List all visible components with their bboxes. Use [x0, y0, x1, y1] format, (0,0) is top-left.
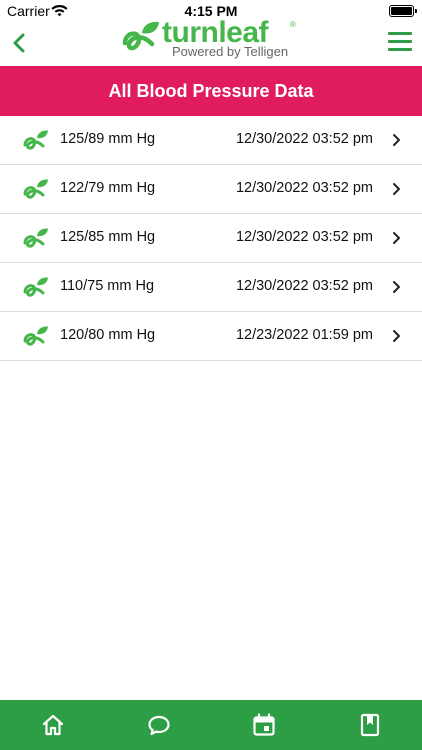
leaf-logo-icon [23, 179, 48, 199]
chat-bubble-icon[interactable] [146, 712, 172, 738]
registered-mark: ® [290, 20, 296, 29]
page-title-bar: All Blood Pressure Data [0, 66, 422, 116]
menu-button[interactable] [388, 32, 412, 52]
chevron-right-icon [393, 183, 400, 195]
logo-subtitle: Powered by Telligen [172, 44, 289, 59]
bp-value: 125/89 mm Hg [60, 131, 156, 147]
chevron-left-icon [13, 33, 25, 53]
chevron-right-icon [393, 281, 400, 293]
list-item[interactable]: 110/75 mm Hg 12/30/2022 03:52 pm [0, 263, 422, 312]
reading-datetime: 12/30/2022 03:52 pm [235, 131, 373, 147]
leaf-logo-icon [23, 326, 48, 346]
bp-value: 110/75 mm Hg [60, 278, 155, 294]
navigation-bar: turnleaf ® Powered by Telligen [0, 16, 422, 66]
calendar-icon[interactable] [251, 712, 277, 738]
list-item[interactable]: 120/80 mm Hg 12/23/2022 01:59 pm [0, 312, 422, 361]
blood-pressure-list: 125/89 mm Hg 12/30/2022 03:52 pm 122/79 … [0, 116, 422, 361]
chevron-right-icon [393, 134, 400, 146]
leaf-logo-icon [23, 228, 48, 248]
list-item[interactable]: 125/85 mm Hg 12/30/2022 03:52 pm [0, 214, 422, 263]
reading-datetime: 12/30/2022 03:52 pm [235, 278, 373, 294]
bp-value: 120/80 mm Hg [60, 327, 156, 343]
reading-datetime: 12/30/2022 03:52 pm [235, 229, 373, 245]
hamburger-menu-icon [388, 32, 412, 51]
back-button[interactable] [6, 28, 36, 58]
turnleaf-logo: turnleaf ® Powered by Telligen [122, 16, 302, 62]
reading-datetime: 12/30/2022 03:52 pm [235, 180, 373, 196]
reading-datetime: 12/23/2022 01:59 pm [235, 327, 373, 343]
bookmark-book-icon[interactable] [357, 712, 383, 738]
list-item[interactable]: 125/89 mm Hg 12/30/2022 03:52 pm [0, 116, 422, 165]
chevron-right-icon [393, 232, 400, 244]
chevron-right-icon [393, 330, 400, 342]
home-icon[interactable] [40, 712, 66, 738]
bottom-tab-bar [0, 700, 422, 750]
leaf-logo-icon [122, 21, 159, 51]
leaf-logo-icon [23, 130, 48, 150]
bp-value: 122/79 mm Hg [60, 180, 156, 196]
list-item[interactable]: 122/79 mm Hg 12/30/2022 03:52 pm [0, 165, 422, 214]
page-title: All Blood Pressure Data [108, 81, 314, 101]
battery-icon [389, 5, 417, 17]
leaf-logo-icon [23, 277, 48, 297]
bp-value: 125/85 mm Hg [60, 229, 156, 245]
